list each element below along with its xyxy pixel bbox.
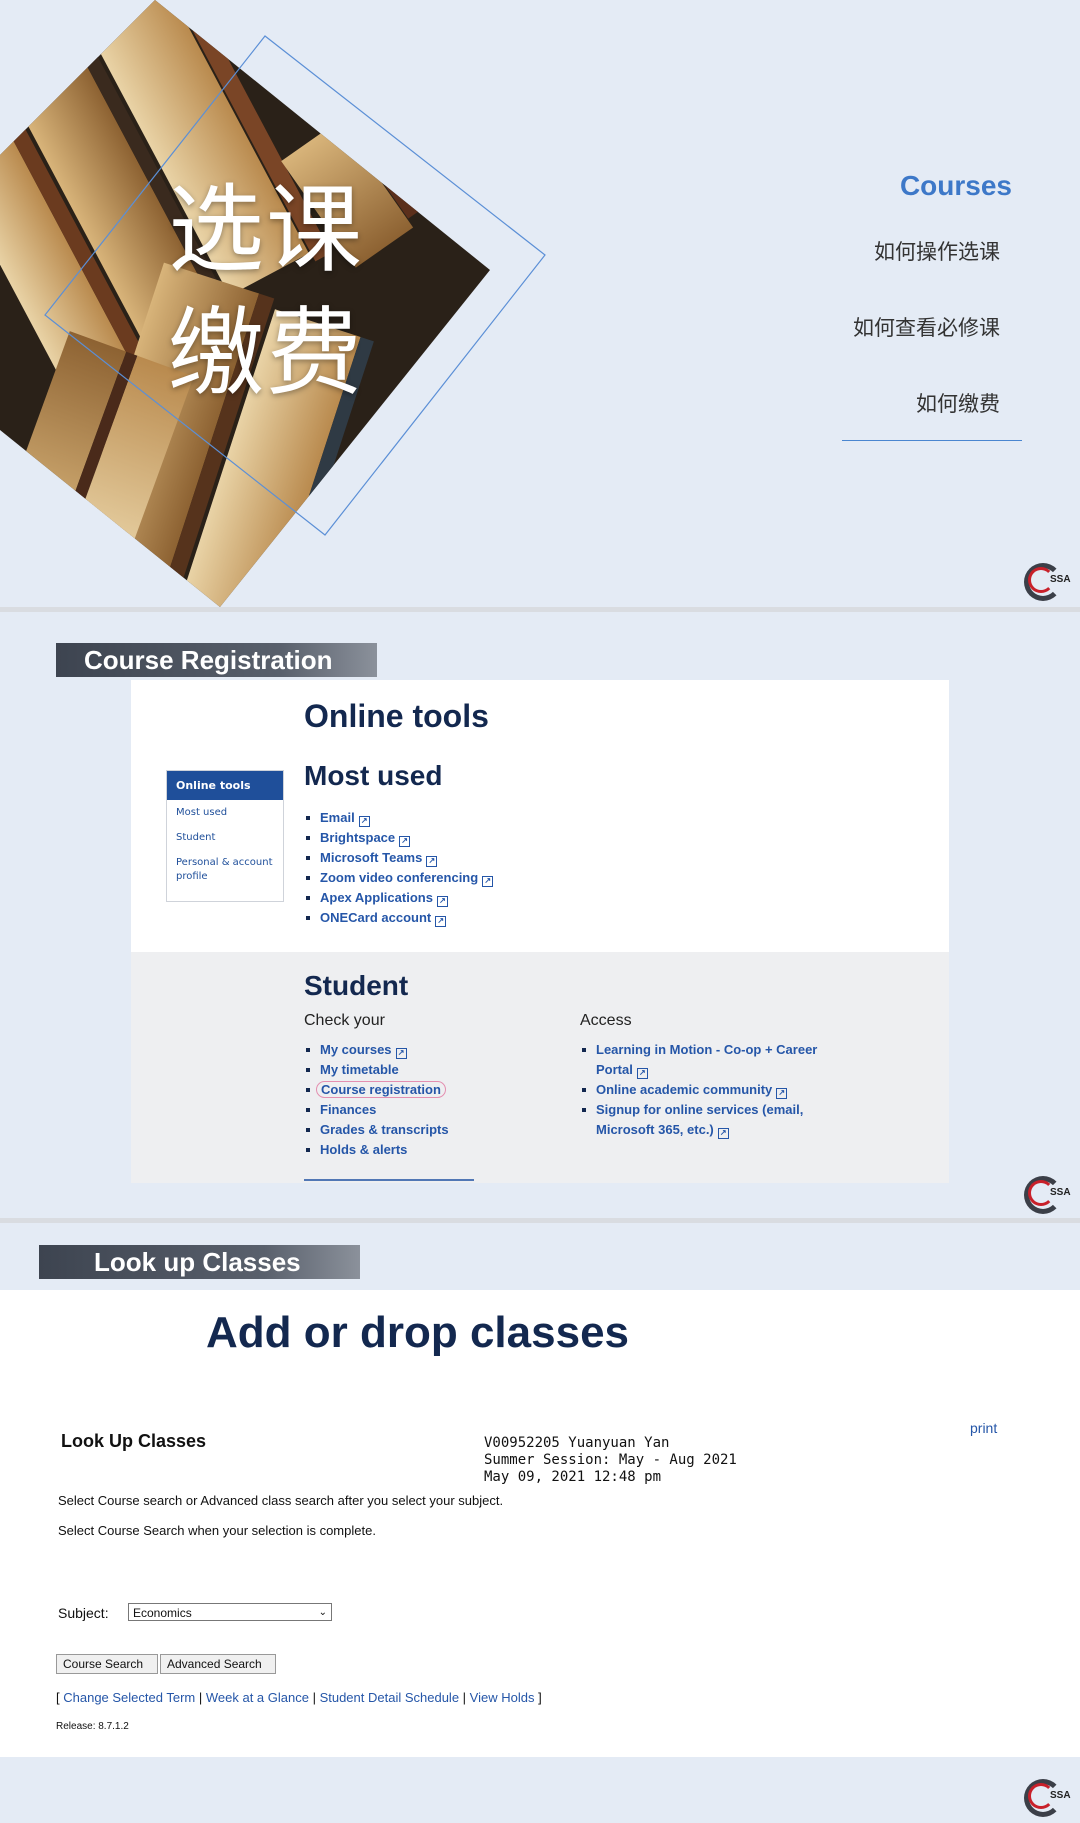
ssa-logo-icon: SSA [1024,1779,1071,1817]
slide-title-line2: 缴费 [168,297,364,409]
slide-title-line1: 选课 [168,174,364,286]
link-holds[interactable]: Holds & alerts [304,1140,449,1160]
subject-value: Economics [133,1606,192,1620]
ssa-logo-icon: SSA [1024,563,1071,601]
menu-underline [842,440,1022,441]
courses-menu: Courses 如何操作选课 如何查看必修课 如何缴费 [752,170,1012,464]
link-zoom[interactable]: Zoom video conferencing ↗ [304,868,494,888]
external-link-icon: ↗ [717,1128,729,1139]
sidebar-item-student[interactable]: Student [167,825,283,850]
section-divider [304,1179,474,1181]
slide-course-registration: Course Registration Online tools Online … [0,612,1080,1218]
sidebar-item-personal-profile[interactable]: Personal & account profile [167,850,283,889]
courses-heading: Courses [899,170,1012,201]
external-link-icon: ↗ [436,896,448,907]
access-list: Learning in Motion - Co-op + Career Port… [580,1040,840,1140]
section-banner: Look up Classes [39,1245,360,1279]
most-used-list: Email ↗ Brightspace ↗ Microsoft Teams ↗ Zoo… [304,808,494,928]
link-online-community[interactable]: Online academic community ↗ [580,1080,840,1100]
page-title: Online tools [304,698,489,734]
advanced-search-button[interactable]: Advanced Search [160,1654,276,1674]
instruction-text-2: Select Course Search when your selection… [58,1523,376,1538]
release-version: Release: 8.7.1.2 [56,1721,129,1732]
most-used-heading: Most used [304,760,443,791]
print-link[interactable]: print [970,1420,997,1436]
online-tools-panel: Online tools Online tools Most used Stud… [131,680,949,1183]
timestamp: May 09, 2021 12:48 pm [484,1469,662,1485]
term-info: Summer Session: May - Aug 2021 [484,1452,737,1468]
highlight-circle: Course registration [316,1081,446,1098]
link-signup-services[interactable]: Signup for online services (email, Micro… [580,1100,840,1140]
external-link-icon: ↗ [435,916,447,927]
link-apex[interactable]: Apex Applications ↗ [304,888,493,908]
external-link-icon: ↗ [636,1068,648,1079]
student-info: V00952205 Yuanyuan Yan Summer Session: M… [484,1435,737,1486]
subject-label: Subject: [58,1605,109,1621]
instruction-text-1: Select Course search or Advanced class s… [58,1493,504,1508]
slide-look-up-classes: Look up Classes Add or drop classes Look… [0,1223,1080,1823]
link-grades[interactable]: Grades & transcripts [304,1120,449,1140]
link-my-timetable[interactable]: My timetable [304,1060,449,1080]
section-banner: Course Registration [56,643,377,677]
check-your-list: My courses ↗ My timetable Course registra… [304,1040,449,1160]
link-change-term[interactable]: Change Selected Term [63,1690,195,1705]
external-link-icon: ↗ [426,856,438,867]
link-teams[interactable]: Microsoft Teams ↗ [304,848,493,868]
link-finances[interactable]: Finances [304,1100,449,1120]
footer-links: [ Change Selected Term | Week at a Glanc… [56,1690,542,1705]
course-search-button[interactable]: Course Search [56,1654,158,1674]
page-title: Add or drop classes [206,1308,630,1357]
link-brightspace[interactable]: Brightspace ↗ [304,828,493,848]
chevron-down-icon: ⌄ [318,1607,327,1618]
look-up-classes-panel: Add or drop classes Look Up Classes prin… [0,1290,1080,1757]
external-link-icon: ↗ [358,816,370,827]
check-your-heading: Check your [304,1012,385,1029]
ssa-logo-icon: SSA [1024,1176,1071,1214]
external-link-icon: ↗ [395,1048,407,1059]
menu-item-how-to-register[interactable]: 如何操作选课 [752,236,1012,266]
student-section: Student Check your Access My courses ↗ My… [131,952,949,1183]
sidebar-item-most-used[interactable]: Most used [167,800,283,825]
look-up-classes-title: Look Up Classes [61,1431,207,1451]
external-link-icon: ↗ [482,876,494,887]
menu-item-how-to-pay[interactable]: 如何缴费 [752,388,1012,418]
link-onecard[interactable]: ONECard account ↗ [304,908,493,928]
student-id-name: V00952205 Yuanyuan Yan [484,1435,670,1451]
link-student-detail-schedule[interactable]: Student Detail Schedule [320,1690,459,1705]
sidebar-nav: Online tools Most used Student Personal … [166,770,284,902]
external-link-icon: ↗ [776,1088,788,1099]
link-week-at-a-glance[interactable]: Week at a Glance [206,1690,309,1705]
student-heading: Student [304,970,409,1001]
menu-item-required-courses[interactable]: 如何查看必修课 [752,312,1012,342]
link-learning-in-motion[interactable]: Learning in Motion - Co-op + Career Port… [580,1040,840,1080]
link-my-courses[interactable]: My courses ↗ [304,1040,449,1060]
link-view-holds[interactable]: View Holds [470,1690,535,1705]
sidebar-item-online-tools[interactable]: Online tools [167,771,283,800]
subject-select[interactable]: Economics ⌄ [128,1603,332,1621]
slide-courses-intro: 选课 缴费 Courses 如何操作选课 如何查看必修课 如何缴费 SSA [0,0,1080,607]
access-heading: Access [580,1012,632,1029]
external-link-icon: ↗ [399,836,411,847]
link-course-registration[interactable]: Course registration [304,1080,449,1100]
link-email[interactable]: Email ↗ [304,808,493,828]
